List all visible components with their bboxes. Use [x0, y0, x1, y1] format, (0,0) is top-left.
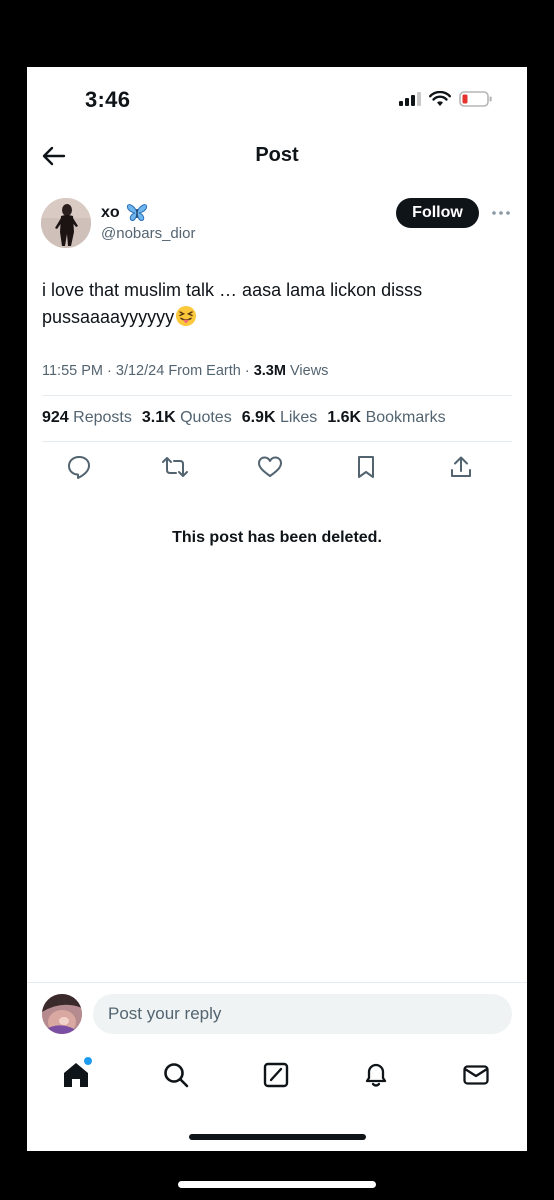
tweet-meta: 11:55 PM · 3/12/24 From Earth · 3.3M Vie… — [42, 363, 329, 379]
views-count: 3.3M — [253, 363, 286, 379]
page-title: Post — [255, 144, 299, 166]
status-icons — [399, 91, 493, 107]
repost-icon[interactable] — [161, 453, 189, 481]
tweet-text: i love that muslim talk … aasa lama lick… — [42, 277, 512, 331]
likes-count: 6.9K — [241, 409, 276, 426]
reposts-count: 924 — [42, 409, 69, 426]
views-label: Views — [290, 363, 329, 379]
author-avatar[interactable] — [41, 198, 91, 248]
wifi-icon — [429, 91, 451, 106]
tweet-time[interactable]: 11:55 PM — [42, 363, 103, 379]
divider — [42, 395, 512, 396]
quotes-count: 3.1K — [141, 409, 176, 426]
author-name-text: xo — [101, 204, 120, 221]
current-user-avatar[interactable] — [42, 994, 82, 1034]
reposts-stat[interactable]: 924 Reposts — [42, 409, 132, 427]
divider — [42, 441, 512, 442]
action-bar — [65, 453, 475, 481]
quotes-stat[interactable]: 3.1K Quotes — [142, 409, 232, 427]
bookmarks-count: 1.6K — [327, 409, 362, 426]
likes-label: Likes — [279, 409, 318, 426]
notification-dot — [84, 1057, 92, 1065]
like-icon[interactable] — [256, 453, 284, 481]
bookmark-icon[interactable] — [352, 453, 380, 481]
bookmarks-stat[interactable]: 1.6K Bookmarks — [327, 409, 445, 427]
author-name[interactable]: xo — [101, 203, 148, 223]
bottom-nav — [60, 1057, 492, 1091]
share-icon[interactable] — [447, 453, 475, 481]
butterfly-emoji-icon — [126, 204, 147, 222]
more-options-icon[interactable] — [490, 203, 512, 223]
author-handle[interactable]: @nobars_dior — [101, 225, 195, 242]
quotes-label: Quotes — [180, 409, 232, 426]
deleted-notice: This post has been deleted. — [172, 529, 382, 546]
phone-screen: 3:46 Post xo @nobars_dior Follow i love … — [27, 67, 527, 1151]
status-time: 3:46 — [85, 87, 131, 112]
engagement-stats: 924 Reposts 3.1K Quotes 6.9K Likes 1.6K … — [42, 409, 446, 427]
likes-stat[interactable]: 6.9K Likes — [242, 409, 318, 427]
reply-input[interactable] — [93, 994, 512, 1034]
home-indicator[interactable] — [189, 1134, 366, 1140]
messages-icon[interactable] — [460, 1059, 492, 1091]
divider — [27, 982, 527, 983]
outer-home-indicator — [178, 1181, 376, 1188]
battery-low-icon — [459, 91, 492, 107]
reposts-label: Reposts — [73, 409, 132, 426]
notifications-icon[interactable] — [360, 1059, 392, 1091]
cellular-signal-icon — [399, 92, 421, 106]
tweet-text-content: i love that muslim talk … aasa lama lick… — [42, 280, 423, 327]
search-icon[interactable] — [160, 1059, 192, 1091]
compose-icon[interactable] — [260, 1059, 292, 1091]
follow-button[interactable]: Follow — [396, 198, 479, 228]
tweet-date[interactable]: 3/12/24 — [116, 363, 164, 379]
squinting-face-with-tongue-icon — [176, 306, 197, 326]
home-icon[interactable] — [60, 1057, 92, 1091]
tweet-source: From Earth — [168, 363, 241, 379]
reply-icon[interactable] — [65, 453, 93, 481]
bookmarks-label: Bookmarks — [365, 409, 446, 426]
